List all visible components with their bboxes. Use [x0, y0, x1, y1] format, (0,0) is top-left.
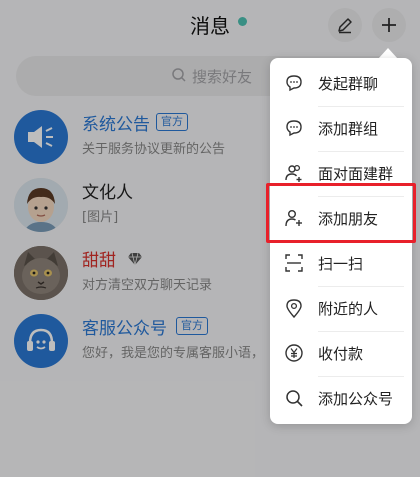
group-add-icon	[285, 164, 302, 182]
menu-item-label: 添加公众号	[318, 390, 394, 408]
menu-item-add-group[interactable]: 添加群组	[270, 106, 412, 151]
scan-icon	[285, 254, 303, 272]
yuan-coin-icon	[285, 344, 303, 362]
menu-item-scan[interactable]: 扫一扫	[270, 241, 412, 286]
menu-item-label: 发起群聊	[318, 75, 379, 93]
menu-item-label: 附近的人	[318, 300, 379, 318]
chat-bubble-icon	[286, 120, 302, 137]
location-pin-icon	[286, 299, 302, 318]
menu-item-label: 添加群组	[318, 120, 379, 138]
search-icon	[286, 390, 303, 407]
menu-item-label: 扫一扫	[318, 255, 364, 273]
menu-item-label: 面对面建群	[318, 165, 394, 183]
menu-item-start-group-chat[interactable]: 发起群聊	[270, 61, 412, 106]
messages-screen: 消息 搜索好友 系统公告 官方 关于服务协议更新的公告 文化人 [图片] 甜甜 …	[0, 0, 420, 477]
menu-item-add-official-account[interactable]: 添加公众号	[270, 376, 412, 421]
menu-item-label: 收付款	[318, 345, 364, 363]
chat-bubble-icon	[286, 75, 302, 92]
menu-item-payments[interactable]: 收付款	[270, 331, 412, 376]
highlight-box	[266, 183, 416, 243]
menu-item-nearby-people[interactable]: 附近的人	[270, 286, 412, 331]
